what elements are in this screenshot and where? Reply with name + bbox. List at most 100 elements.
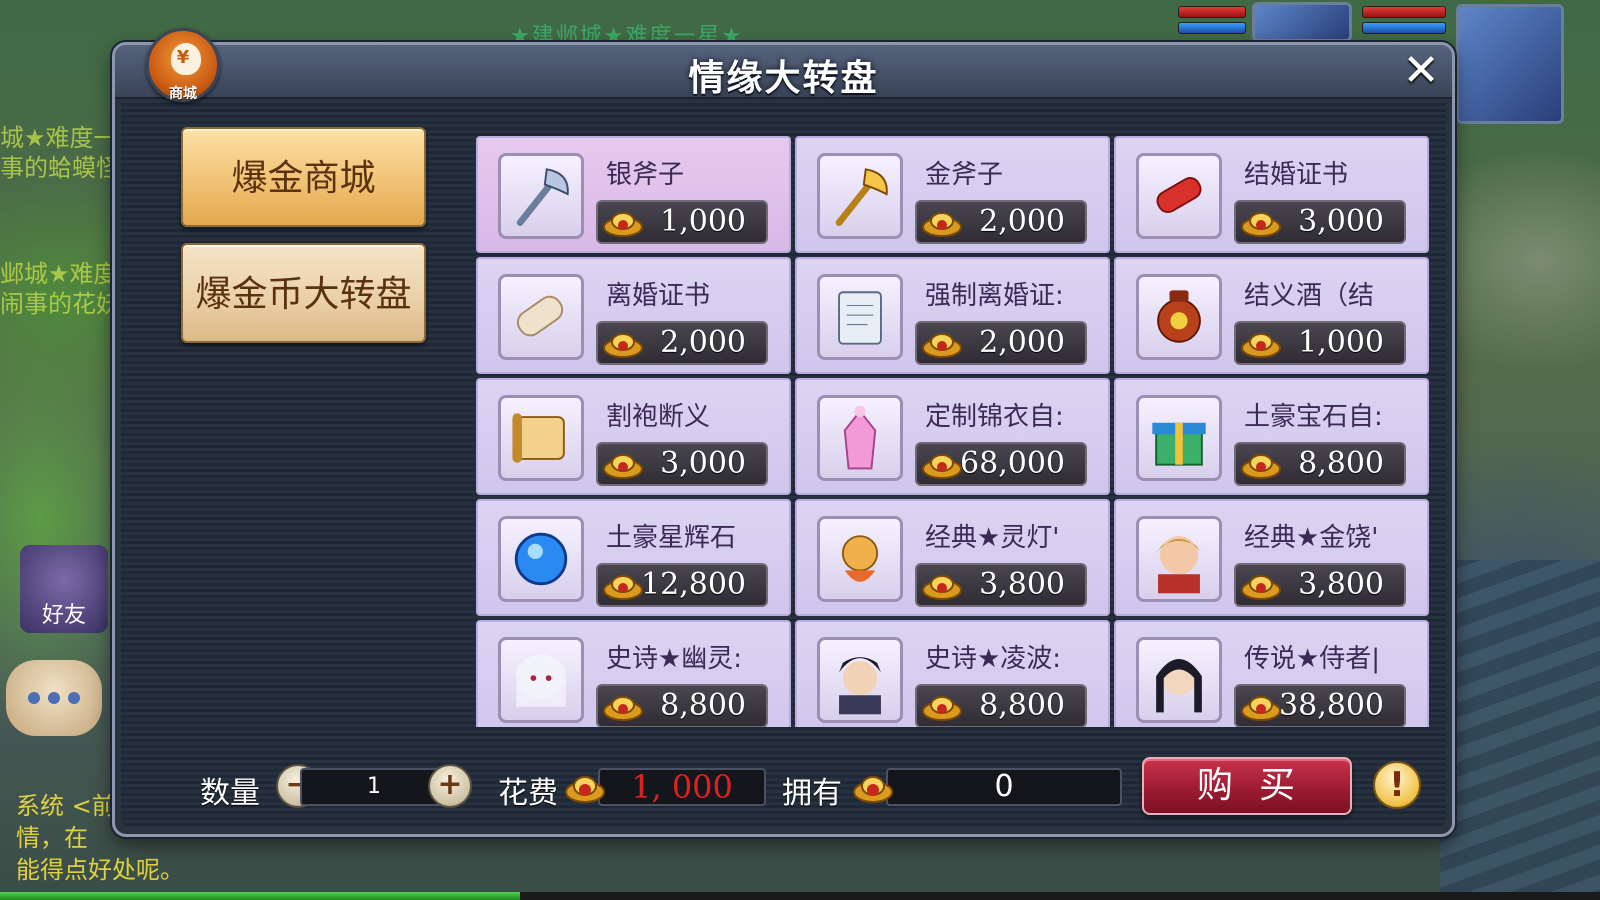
gold-ingot-icon (565, 776, 605, 803)
item-card[interactable]: 土豪星辉石 12,800 (476, 499, 791, 616)
item-price-box: 3,800 (915, 563, 1087, 607)
item-card[interactable]: 离婚证书 2,000 (476, 257, 791, 374)
document-icon (817, 274, 903, 360)
mall-badge[interactable]: ¥ 商城 (146, 28, 220, 102)
gold-ingot-icon (603, 212, 643, 237)
item-card[interactable]: 割袍断义 3,000 (476, 378, 791, 495)
item-price: 12,800 (641, 567, 746, 602)
item-price: 2,000 (979, 325, 1065, 360)
yen-symbol: ¥ (176, 47, 190, 68)
owned-label: 拥有 (782, 776, 842, 811)
item-name: 史诗★凌波: (925, 644, 1062, 674)
quantity-label: 数量 (200, 776, 260, 811)
gold-ingot-icon (922, 212, 962, 237)
item-name: 强制离婚证: (925, 281, 1064, 311)
info-button[interactable]: ! (1373, 761, 1421, 809)
item-card[interactable]: 结婚证书 3,000 (1114, 136, 1429, 253)
gold-ingot-icon (603, 696, 643, 721)
item-price: 38,800 (1279, 688, 1384, 723)
gold-ingot-icon (603, 575, 643, 600)
gold-ingot-icon (922, 333, 962, 358)
increase-quantity-button[interactable]: + (428, 764, 472, 808)
item-card[interactable]: 土豪宝石自: 8,800 (1114, 378, 1429, 495)
item-name: 银斧子 (606, 160, 685, 190)
item-price-box: 68,000 (915, 442, 1087, 486)
gold-ingot-icon (853, 776, 893, 803)
item-price: 8,800 (1298, 446, 1384, 481)
item-card[interactable]: 银斧子 1,000 (476, 136, 791, 253)
gold-ingot-icon (922, 575, 962, 600)
item-price: 2,000 (979, 204, 1065, 239)
close-button[interactable]: ✕ (1398, 49, 1444, 95)
chat-dot-icon (48, 692, 60, 704)
chat-dot-icon (28, 692, 40, 704)
player-avatar[interactable] (1456, 4, 1564, 124)
item-price-box: 8,800 (1234, 442, 1406, 486)
gift-box-icon (1136, 395, 1222, 481)
gold-ingot-icon (603, 454, 643, 479)
owned-value: 0 (994, 769, 1014, 804)
background-quest-text: 闹事的花妖 (0, 290, 120, 318)
tab-gold-coin-wheel[interactable]: 爆金币大转盘 (181, 243, 426, 343)
gold-ingot-icon (603, 333, 643, 358)
dialog-title: 情缘大转盘 (688, 58, 879, 99)
item-name: 金斧子 (925, 160, 1004, 190)
gold-ingot-icon (1241, 333, 1281, 358)
item-price-box: 1,000 (1234, 321, 1406, 365)
experience-bar (0, 892, 1600, 900)
item-grid: 银斧子 1,000 金斧子 2,000 结婚证书 3,000 离婚证书 2,000 强制离婚证:… (476, 136, 1429, 727)
item-card[interactable]: 经典★灵灯' 3,800 (795, 499, 1110, 616)
warrior-portrait-icon (817, 637, 903, 723)
friends-button[interactable]: 好友 (20, 545, 108, 633)
item-price: 3,000 (660, 446, 746, 481)
item-card[interactable]: 史诗★凌波: 8,800 (795, 620, 1110, 727)
dialog-header: 情缘大转盘 ✕ (115, 45, 1452, 99)
item-price: 1,000 (660, 204, 746, 239)
gold-ingot-icon (922, 696, 962, 721)
paper-scroll-icon (498, 274, 584, 360)
item-price-box: 8,800 (596, 684, 768, 727)
item-price-box: 2,000 (915, 200, 1087, 244)
item-name: 离婚证书 (606, 281, 711, 311)
item-card[interactable]: 传说★侍者| 38,800 (1114, 620, 1429, 727)
player-mp-bar (1178, 22, 1246, 34)
tab-gold-mall[interactable]: 爆金商城 (181, 127, 426, 227)
gold-ingot-icon (922, 454, 962, 479)
quantity-input[interactable]: 1 (300, 768, 448, 806)
item-card[interactable]: 经典★金饶' 3,800 (1114, 499, 1429, 616)
owned-display: 0 (886, 768, 1122, 806)
item-name: 土豪宝石自: (1244, 402, 1383, 432)
item-card[interactable]: 金斧子 2,000 (795, 136, 1110, 253)
item-name: 传说★侍者| (1244, 644, 1381, 674)
item-price: 2,000 (660, 325, 746, 360)
item-name: 经典★灵灯' (925, 523, 1060, 553)
attendant-portrait-icon (1136, 637, 1222, 723)
item-price-box: 3,800 (1234, 563, 1406, 607)
item-card[interactable]: 定制锦衣自: 68,000 (795, 378, 1110, 495)
item-price: 1,000 (1298, 325, 1384, 360)
item-grid-viewport[interactable]: 银斧子 1,000 金斧子 2,000 结婚证书 3,000 离婚证书 2,000 强制离婚证:… (476, 136, 1429, 727)
chat-dot-icon (68, 692, 80, 704)
gold-ingot-icon (1241, 212, 1281, 237)
chat-bubble-button[interactable] (6, 660, 102, 736)
item-card[interactable]: 史诗★幽灵: 8,800 (476, 620, 791, 727)
item-price: 8,800 (979, 688, 1065, 723)
pet-hp-bar (1362, 6, 1446, 18)
hero-portrait-icon (1136, 516, 1222, 602)
gold-ingot-icon (1241, 454, 1281, 479)
item-price: 8,800 (660, 688, 746, 723)
wine-jar-icon (1136, 274, 1222, 360)
gold-ingot-icon (1241, 575, 1281, 600)
background-roof (1440, 560, 1600, 900)
item-price: 3,800 (1298, 567, 1384, 602)
item-price-box: 3,000 (1234, 200, 1406, 244)
gold-ingot-icon (1241, 696, 1281, 721)
item-card[interactable]: 强制离婚证: 2,000 (795, 257, 1110, 374)
item-price: 3,800 (979, 567, 1065, 602)
item-price: 68,000 (960, 446, 1065, 481)
item-name: 割袍断义 (606, 402, 711, 432)
lantern-spirit-icon (817, 516, 903, 602)
item-card[interactable]: 结义酒（结 1,000 (1114, 257, 1429, 374)
pet-portrait[interactable] (1252, 2, 1352, 42)
buy-button[interactable]: 购买 (1142, 757, 1352, 815)
